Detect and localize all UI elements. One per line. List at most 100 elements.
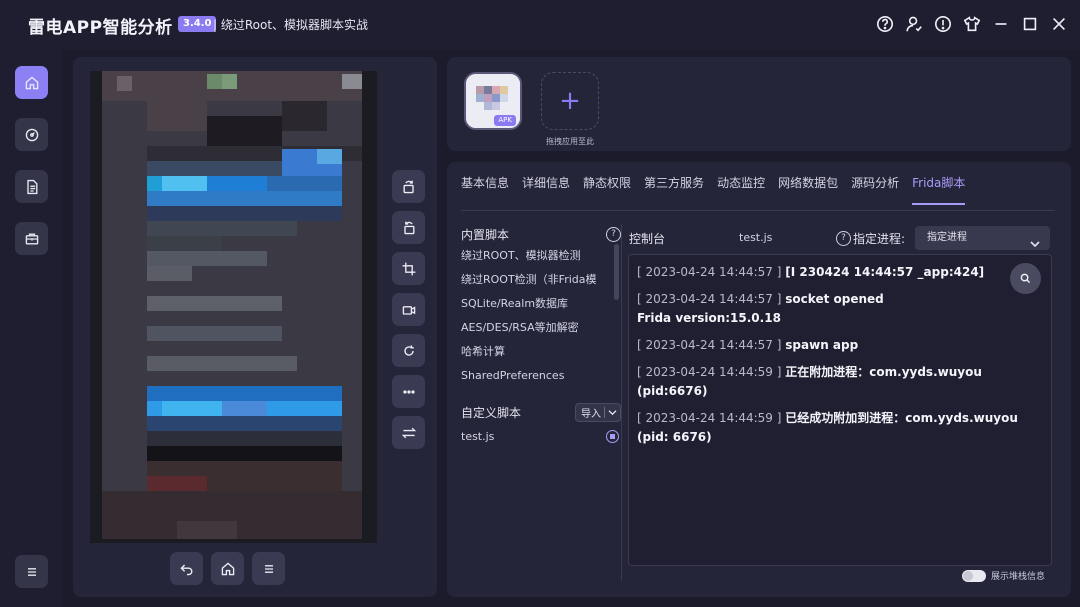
script-list-scrollbar[interactable]	[614, 244, 619, 300]
rotate-right-button[interactable]	[392, 211, 425, 244]
script-item[interactable]: SharedPreferences	[461, 364, 599, 388]
nav-toolbox[interactable]	[15, 222, 48, 255]
custom-scripts-header: 自定义脚本 导入	[461, 402, 621, 422]
device-panel	[73, 57, 437, 597]
tab-dynamic-monitor[interactable]: 动态监控	[717, 174, 765, 205]
close-icon[interactable]	[1049, 14, 1068, 33]
log-entry: [ 2023-04-24 14:44:59 ] 已经成功附加到进程：com.yy…	[637, 409, 1043, 447]
version-badge: 3.4.0	[178, 16, 217, 32]
stack-trace-toggle[interactable]: 展示堆栈信息	[962, 569, 1045, 582]
pixelated-screen-preview	[102, 71, 362, 539]
console-search-button[interactable]	[1010, 263, 1041, 294]
log-entry: [ 2023-04-24 14:44:57 ] socket opened Fr…	[637, 290, 1043, 328]
crop-button[interactable]	[392, 252, 425, 285]
apk-badge: APK	[494, 115, 516, 126]
tabs-divider	[461, 210, 1055, 211]
nav-home[interactable]	[15, 66, 48, 99]
console-output[interactable]: [ 2023-04-24 14:44:57 ] [I 230424 14:44:…	[628, 254, 1052, 566]
process-label: 指定进程:	[853, 232, 906, 246]
more-button[interactable]	[392, 375, 425, 408]
script-item[interactable]: 哈希计算	[461, 340, 599, 364]
script-item[interactable]: 绕过ROOT检测（非Frida模	[461, 268, 599, 292]
chevron-down-icon	[608, 409, 617, 415]
custom-scripts-title: 自定义脚本	[461, 405, 522, 420]
log-entry: [ 2023-04-24 14:44:57 ] spawn app	[637, 336, 1043, 355]
tab-source-analysis[interactable]: 源码分析	[851, 174, 899, 205]
maximize-icon[interactable]	[1020, 14, 1039, 33]
minimize-icon[interactable]	[991, 14, 1010, 33]
app-title: 雷电APP智能分析	[28, 18, 173, 38]
refresh-icon	[403, 344, 414, 356]
app-upload-panel: APK + 拖拽应用至此	[447, 57, 1071, 151]
device-side-toolbar	[392, 170, 425, 449]
toolbox-icon	[25, 233, 38, 244]
custom-script-item[interactable]: test.js	[461, 422, 621, 450]
title-bar: 雷电APP智能分析 3.4.0 | 绕过Root、模拟器脚本实战	[0, 0, 1080, 50]
log-entry: [ 2023-04-24 14:44:57 ] [I 230424 14:44:…	[637, 263, 1043, 282]
plus-icon: +	[559, 86, 581, 116]
console-file: test.js	[739, 231, 773, 244]
log-entry: [ 2023-04-24 14:44:59 ] 正在附加进程：com.yyds.…	[637, 363, 1043, 401]
toggle-switch[interactable]	[962, 569, 986, 582]
help-icon[interactable]	[875, 14, 894, 33]
record-button[interactable]	[392, 293, 425, 326]
nav-menu[interactable]	[15, 555, 48, 588]
rotate-right-icon	[403, 221, 414, 234]
console-title: 控制台	[629, 232, 666, 246]
back-button[interactable]	[170, 552, 203, 585]
tab-third-party[interactable]: 第三方服务	[644, 174, 704, 205]
import-button[interactable]: 导入	[575, 402, 621, 422]
process-select[interactable]: 指定进程	[915, 226, 1050, 250]
analysis-tabs: 基本信息 详细信息 静态权限 第三方服务 动态监控 网络数据包 源码分析 Fri…	[461, 174, 966, 205]
log-timestamp: [ 2023-04-24 14:44:57 ]	[637, 292, 782, 306]
nav-dashboard[interactable]	[15, 118, 48, 151]
home-icon	[221, 562, 234, 575]
tab-basic-info[interactable]: 基本信息	[461, 174, 509, 205]
rotate-left-icon	[403, 180, 414, 193]
tab-network-packets[interactable]: 网络数据包	[778, 174, 838, 205]
tab-static-permissions[interactable]: 静态权限	[583, 174, 631, 205]
dashboard-icon	[25, 128, 38, 141]
log-message: socket opened	[785, 292, 884, 306]
refresh-button[interactable]	[392, 334, 425, 367]
builtin-scripts-title: 内置脚本	[461, 227, 510, 242]
device-screen[interactable]	[90, 71, 377, 543]
stack-trace-label: 展示堆栈信息	[991, 572, 1046, 582]
analysis-panel: 基本信息 详细信息 静态权限 第三方服务 动态监控 网络数据包 源码分析 Fri…	[447, 162, 1071, 597]
help-icon[interactable]: ?	[606, 226, 621, 242]
menu-icon	[264, 564, 273, 573]
app-subtitle: | 绕过Root、模拟器脚本实战	[213, 18, 369, 32]
user-icon[interactable]	[904, 14, 923, 33]
custom-script-name: test.js	[461, 429, 495, 443]
log-timestamp: [ 2023-04-24 14:44:57 ]	[637, 265, 782, 279]
help-icon[interactable]: ?	[836, 231, 851, 246]
import-label: 导入	[581, 408, 601, 420]
script-item[interactable]: AES/DES/RSA等加解密	[461, 316, 599, 340]
tab-detail-info[interactable]: 详细信息	[522, 174, 570, 205]
swap-button[interactable]	[392, 416, 425, 449]
shirt-icon[interactable]	[962, 14, 981, 33]
divider	[604, 406, 605, 418]
device-menu-button[interactable]	[252, 552, 285, 585]
crop-icon	[402, 262, 415, 275]
add-app-button[interactable]: +	[541, 72, 599, 130]
document-icon	[26, 179, 37, 194]
tab-frida-scripts[interactable]: Frida脚本	[912, 174, 966, 205]
script-item[interactable]: 绕过ROOT、模拟器检测	[461, 244, 599, 268]
log-message-extra: Frida version:15.0.18	[637, 311, 781, 325]
more-icon	[402, 389, 415, 394]
info-icon[interactable]	[933, 14, 952, 33]
builtin-scripts-header: 内置脚本 ?	[461, 224, 621, 244]
device-home-button[interactable]	[211, 552, 244, 585]
log-timestamp: [ 2023-04-24 14:44:59 ]	[637, 411, 782, 425]
script-item[interactable]: SQLite/Realm数据库	[461, 292, 599, 316]
log-timestamp: [ 2023-04-24 14:44:57 ]	[637, 338, 782, 352]
nav-document[interactable]	[15, 170, 48, 203]
process-select-value: 指定进程	[927, 232, 967, 243]
rotate-left-button[interactable]	[392, 170, 425, 203]
menu-icon	[27, 567, 36, 576]
add-app-caption: 拖拽应用至此	[546, 137, 594, 146]
apk-tile[interactable]: APK	[464, 72, 522, 130]
script-select-radio[interactable]	[606, 429, 619, 443]
device-nav-bar	[170, 552, 285, 585]
